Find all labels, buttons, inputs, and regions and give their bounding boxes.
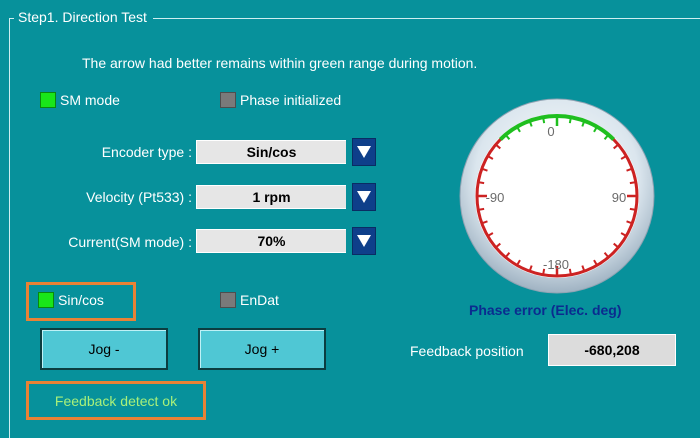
gauge-tick: [568, 117, 572, 124]
velocity-label: Velocity (Pt533) :: [86, 189, 192, 205]
gauge-tick: [629, 207, 636, 211]
sincos-indicator: Sin/cos: [38, 292, 104, 308]
encoder-type-value[interactable]: Sin/cos: [196, 140, 346, 164]
led-off-icon: [220, 292, 236, 308]
dropdown-arrow-icon[interactable]: [352, 138, 376, 166]
velocity-value[interactable]: 1 rpm: [196, 185, 346, 209]
encoder-type-select[interactable]: Sin/cos: [196, 138, 376, 166]
gauge-tick: [542, 117, 546, 124]
instruction-text: The arrow had better remains within gree…: [82, 55, 478, 71]
led-on-icon: [40, 92, 56, 108]
gauge-tick: [568, 268, 572, 275]
gauge-label-90: 90: [612, 190, 626, 205]
gauge-label-0: 0: [547, 124, 554, 139]
phase-initialized-label: Phase initialized: [240, 92, 342, 108]
endat-label: EnDat: [240, 292, 279, 308]
phase-error-gauge: 0 -90 90 -180: [459, 98, 655, 294]
dropdown-arrow-icon[interactable]: [352, 183, 376, 211]
encoder-type-label: Encoder type :: [101, 144, 192, 160]
gauge-tick: [478, 181, 485, 185]
status-highlight-box: Feedback detect ok: [26, 381, 206, 420]
current-value[interactable]: 70%: [196, 229, 346, 253]
current-label: Current(SM mode) :: [68, 234, 192, 250]
velocity-select[interactable]: 1 rpm: [196, 183, 376, 211]
current-select[interactable]: 70%: [196, 227, 376, 255]
endat-indicator: EnDat: [220, 292, 279, 308]
jog-minus-button[interactable]: Jog -: [40, 328, 168, 370]
phase-initialized-indicator: Phase initialized: [220, 92, 341, 108]
sm-mode-label: SM mode: [60, 92, 120, 108]
gauge-tick: [629, 181, 636, 185]
gauge-label-minus180: -180: [543, 257, 569, 272]
sm-mode-indicator: SM mode: [40, 92, 120, 108]
feedback-position-label: Feedback position: [410, 343, 524, 359]
led-on-icon: [38, 292, 54, 308]
sincos-label: Sin/cos: [58, 292, 104, 308]
gauge-tick: [478, 207, 485, 211]
led-off-icon: [220, 92, 236, 108]
dropdown-arrow-icon[interactable]: [352, 227, 376, 255]
feedback-position-value: -680,208: [548, 334, 676, 366]
gauge-label-minus90: -90: [486, 190, 505, 205]
status-text: Feedback detect ok: [54, 392, 178, 409]
phase-error-caption: Phase error (Elec. deg): [469, 302, 622, 318]
jog-plus-button[interactable]: Jog +: [198, 328, 326, 370]
group-title: Step1. Direction Test: [14, 9, 153, 25]
